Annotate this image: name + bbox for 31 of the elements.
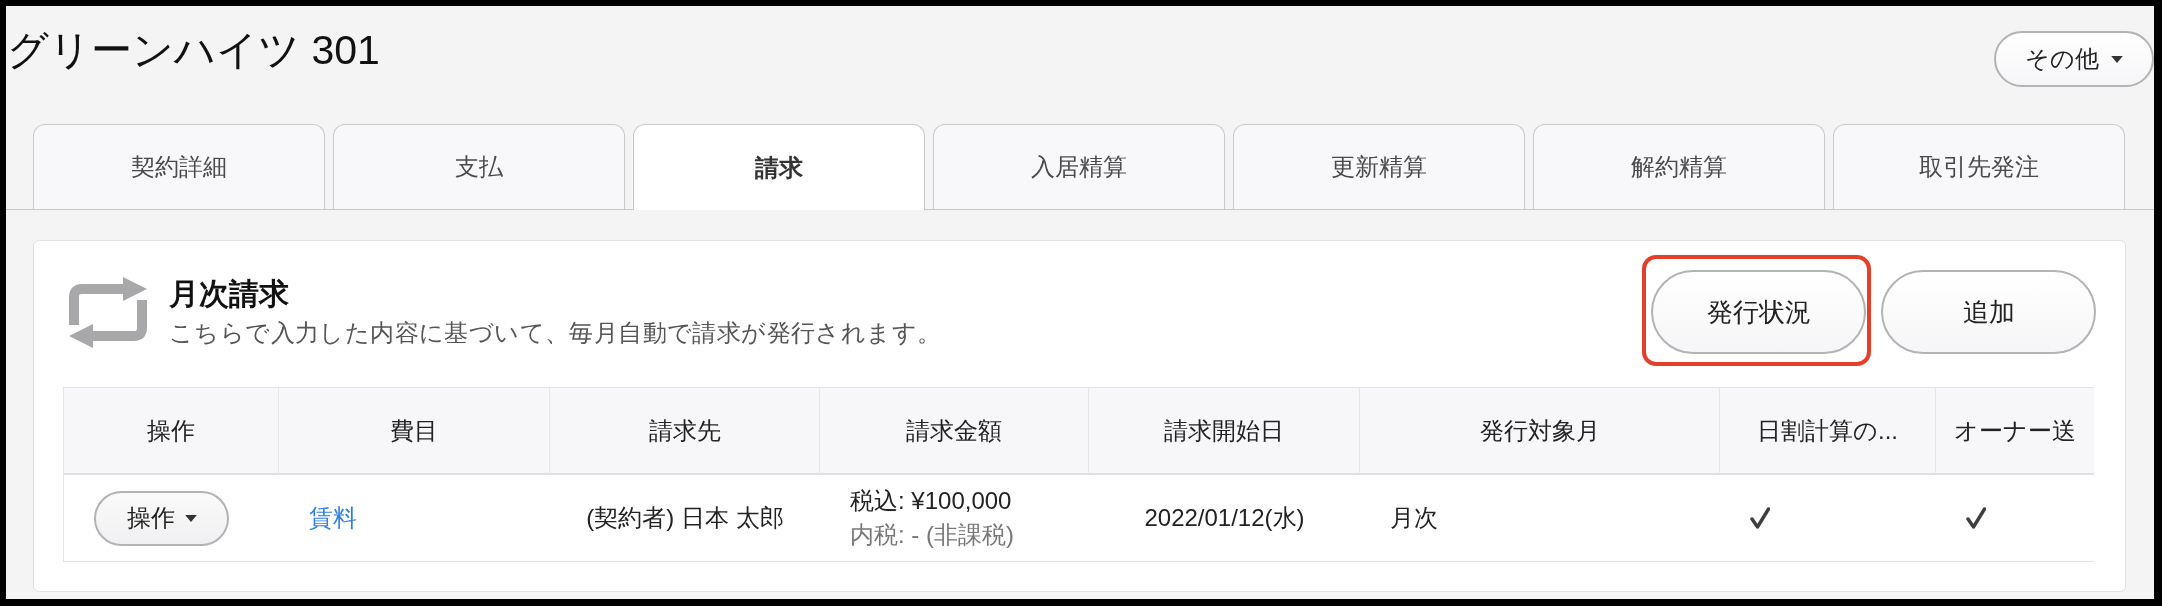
- column-header: オーナー送: [1936, 387, 2094, 475]
- tab[interactable]: 支払: [333, 124, 625, 209]
- caret-icon: [184, 514, 197, 522]
- section-description: こちらで入力した内容に基づいて、毎月自動で請求が発行されます。: [169, 318, 943, 348]
- tab[interactable]: 解約精算: [1533, 124, 1825, 209]
- table-cell: 月次: [1360, 475, 1720, 562]
- column-header: 発行対象月: [1360, 387, 1720, 475]
- column-header: 費目: [279, 387, 550, 475]
- item-link[interactable]: 賃料: [309, 502, 357, 534]
- tab[interactable]: 請求: [633, 124, 925, 210]
- action-button[interactable]: 追加: [1881, 270, 2096, 354]
- action-button[interactable]: 発行状況: [1651, 270, 1866, 354]
- amount-text: 税込: ¥100,000: [850, 486, 1012, 516]
- more-dropdown-button[interactable]: その他: [1994, 31, 2154, 87]
- actions-dropdown-button[interactable]: 操作: [94, 490, 229, 546]
- tab[interactable]: 取引先発注: [1833, 124, 2125, 209]
- column-header: 請求先: [550, 387, 820, 475]
- section-title: 月次請求: [169, 276, 290, 312]
- column-header: 操作: [63, 387, 279, 475]
- table-cell: (契約者) 日本 太郎: [550, 475, 820, 562]
- column-header: 請求開始日: [1089, 387, 1360, 475]
- tab[interactable]: 更新精算: [1233, 124, 1525, 209]
- table-cell: 2022/01/12(水): [1089, 475, 1360, 562]
- tax-note: 内税: - (非課税): [850, 520, 1014, 550]
- caret-icon: [2111, 55, 2123, 63]
- repeat-icon: [69, 275, 147, 349]
- tab[interactable]: 入居精算: [933, 124, 1225, 209]
- column-header: 日割計算の...: [1720, 387, 1936, 475]
- column-header: 請求金額: [820, 387, 1089, 475]
- tab[interactable]: 契約詳細: [33, 124, 325, 209]
- page-title: グリーンハイツ 301: [6, 26, 380, 74]
